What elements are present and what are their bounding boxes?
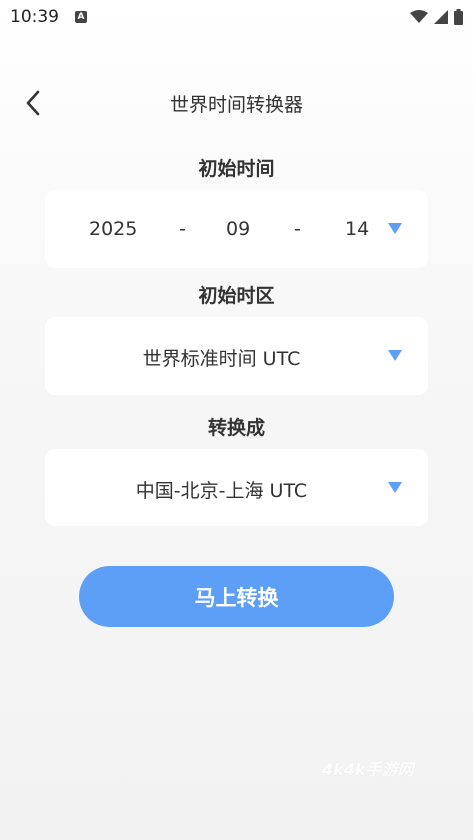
target-timezone-value: 中国-北京-上海 UTC [135,480,308,502]
dropdown-triangle-icon[interactable] [388,223,402,234]
header: 世界时间转换器 [0,78,473,126]
battery-icon [454,9,463,25]
start-time-picker[interactable]: 2025 - 09 - 14 [45,190,428,268]
status-left: 10:39 A [10,7,87,27]
target-timezone-select[interactable]: 中国-北京-上海 UTC [45,449,428,526]
date-separator: - [179,218,186,240]
signal-icon [434,10,448,24]
page-title: 世界时间转换器 [169,94,303,116]
date-row: 2025 - 09 - 14 [45,190,428,268]
status-bar: 10:39 A [0,0,473,34]
target-timezone-label: 转换成 [207,417,265,439]
month-value[interactable]: 09 [226,218,250,240]
year-value[interactable]: 2025 [89,218,137,240]
dropdown-triangle-icon[interactable] [388,482,402,493]
start-timezone-value: 世界标准时间 UTC [142,348,301,370]
start-timezone-select[interactable]: 世界标准时间 UTC [45,317,428,395]
start-time-label: 初始时间 [198,158,275,180]
wifi-icon [410,10,428,23]
day-value[interactable]: 14 [345,218,369,240]
dropdown-triangle-icon[interactable] [388,350,402,361]
status-right [410,9,463,25]
watermark-text: 4k4k手游网 [322,760,414,779]
date-separator: - [294,218,301,240]
status-time: 10:39 [10,7,59,27]
notification-badge-icon: A [75,11,87,23]
convert-button[interactable]: 马上转换 [79,566,394,627]
start-timezone-label: 初始时区 [198,285,275,307]
